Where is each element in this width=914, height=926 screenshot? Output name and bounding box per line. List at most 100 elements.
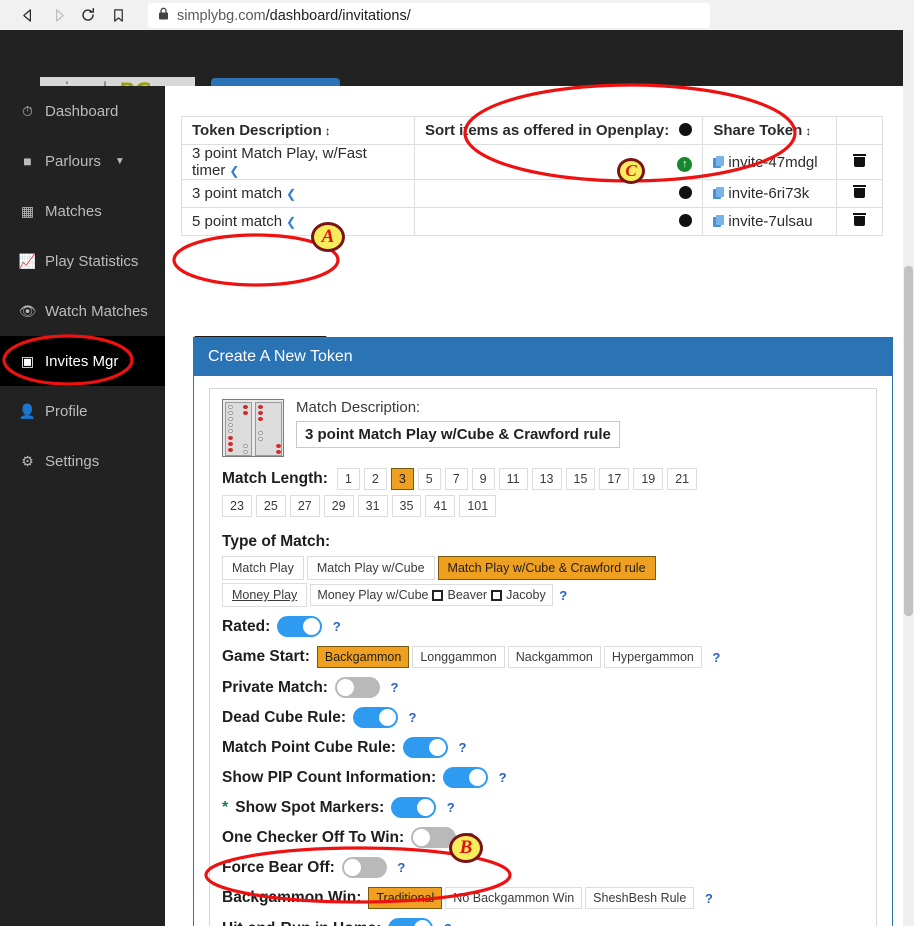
scrollbar-thumb[interactable] — [904, 266, 913, 616]
match-length-option[interactable]: 41 — [425, 495, 456, 517]
trash-icon[interactable] — [852, 213, 866, 226]
match-length-option[interactable]: 29 — [323, 495, 354, 517]
jacoby-checkbox[interactable] — [491, 589, 503, 601]
match-length-option[interactable]: 23 — [222, 495, 252, 517]
show-pip-count-label: Show PIP Count Information: — [222, 768, 437, 786]
game-start-option-backgammon-selected[interactable]: Backgammon — [316, 646, 410, 668]
backgammon-win-option-no-backgammon-win[interactable]: No Backgammon Win — [445, 887, 583, 909]
cell-sort-state[interactable]: ↑ — [413, 144, 704, 180]
cell-delete[interactable] — [835, 144, 884, 180]
share-token-text: invite-6ri73k — [728, 185, 810, 202]
match-length-option[interactable]: 11 — [498, 468, 528, 490]
sidebar-item-matches[interactable]: ▦ Matches — [0, 186, 165, 236]
hit-and-run-toggle[interactable] — [388, 918, 434, 926]
bookmark-icon[interactable] — [104, 2, 132, 28]
game-start-option-nackgammon[interactable]: Nackgammon — [507, 646, 601, 668]
sort-arrows-icon[interactable]: ↕ — [325, 124, 331, 138]
copy-icon[interactable] — [713, 155, 725, 169]
show-pip-count-toggle[interactable] — [443, 767, 489, 788]
match-point-cube-rule-toggle[interactable] — [402, 737, 448, 758]
beaver-checkbox[interactable] — [432, 589, 444, 601]
match-length-option[interactable]: 101 — [459, 495, 497, 517]
sidebar-item-settings[interactable]: ⚙ Settings — [0, 436, 165, 486]
match-length-option[interactable]: 13 — [531, 468, 562, 490]
cell-sort-state[interactable] — [413, 207, 704, 236]
cell-delete[interactable] — [835, 179, 884, 208]
match-length-option[interactable]: 7 — [444, 468, 468, 490]
share-node-icon[interactable]: ❮ — [286, 215, 296, 229]
help-icon[interactable]: ? — [455, 740, 470, 755]
help-icon[interactable]: ? — [440, 921, 455, 926]
reload-icon[interactable] — [74, 2, 102, 28]
help-icon[interactable]: ? — [405, 710, 420, 725]
type-option-match-play[interactable]: Match Play — [222, 556, 304, 580]
trash-icon[interactable] — [852, 153, 866, 167]
address-bar[interactable]: simplybg.com/dashboard/invitations/ — [148, 3, 710, 28]
game-start-option-hypergammon[interactable]: Hypergammon — [603, 646, 702, 668]
green-up-arrow-icon[interactable]: ↑ — [677, 157, 693, 172]
cell-sort-state[interactable] — [413, 179, 704, 208]
help-icon[interactable]: ? — [556, 588, 571, 603]
cell-share-token[interactable]: invite-6ri73k — [702, 179, 837, 208]
game-start-option-longgammon[interactable]: Longgammon — [412, 646, 505, 668]
match-length-option[interactable]: 35 — [391, 495, 422, 517]
private-match-toggle[interactable] — [334, 677, 380, 698]
show-spot-markers-toggle[interactable] — [391, 797, 437, 818]
match-length-option[interactable]: 15 — [565, 468, 596, 490]
black-dot-icon[interactable] — [679, 186, 693, 199]
column-header-token-description[interactable]: Token Description ↕ — [181, 116, 415, 145]
copy-icon[interactable] — [713, 215, 725, 228]
rated-toggle[interactable] — [277, 616, 323, 637]
force-bear-off-label: Force Bear Off: — [222, 858, 335, 876]
type-option-match-play-cube[interactable]: Match Play w/Cube — [306, 556, 435, 580]
help-icon[interactable]: ? — [495, 770, 510, 785]
help-icon[interactable]: ? — [394, 860, 409, 875]
option-row-rated: Rated: ? — [222, 616, 864, 637]
backgammon-win-option-sheshbesh-rule[interactable]: SheshBesh Rule — [585, 887, 695, 909]
help-icon[interactable]: ? — [463, 830, 478, 845]
sort-arrows-icon[interactable]: ↕ — [805, 124, 811, 138]
sidebar-item-dashboard[interactable]: ⏱ Dashboard — [0, 86, 165, 136]
force-bear-off-toggle[interactable] — [341, 857, 387, 878]
trash-icon[interactable] — [852, 185, 866, 198]
cell-delete[interactable] — [835, 207, 884, 236]
match-length-option[interactable]: 9 — [471, 468, 495, 490]
help-icon[interactable]: ? — [701, 891, 716, 906]
beaver-label: Beaver — [447, 588, 488, 602]
match-length-option[interactable]: 2 — [363, 468, 387, 490]
match-point-cube-rule-label: Match Point Cube Rule: — [222, 738, 396, 756]
share-node-icon[interactable]: ❮ — [286, 187, 296, 201]
type-option-match-play-cube-crawford-selected[interactable]: Match Play w/Cube & Crawford rule — [437, 556, 656, 580]
match-length-option[interactable]: 25 — [255, 495, 286, 517]
sort-state-dot-icon[interactable] — [679, 123, 693, 136]
sidebar-item-watch-matches[interactable]: 👁 Watch Matches — [0, 286, 165, 336]
sidebar-item-parlours[interactable]: ■ Parlours ▼ — [0, 136, 165, 186]
match-length-option-selected[interactable]: 3 — [390, 468, 414, 490]
help-icon[interactable]: ? — [387, 680, 402, 695]
column-header-share-token[interactable]: Share Token ↕ — [702, 116, 837, 145]
cell-share-token[interactable]: invite-7ulsau — [702, 207, 837, 236]
black-dot-icon[interactable] — [679, 214, 693, 227]
sidebar-item-play-statistics[interactable]: 📈 Play Statistics — [0, 236, 165, 286]
back-arrow-icon[interactable] — [14, 2, 42, 28]
help-icon[interactable]: ? — [329, 619, 344, 634]
share-node-icon[interactable]: ❮ — [229, 164, 239, 178]
backgammon-win-option-traditional-selected[interactable]: Traditional — [368, 887, 443, 909]
one-checker-off-toggle[interactable] — [411, 827, 457, 848]
type-option-money-play[interactable]: Money Play — [222, 583, 308, 607]
match-length-option[interactable]: 27 — [289, 495, 320, 517]
cell-share-token[interactable]: invite-47mdgl — [702, 144, 837, 180]
sidebar-item-profile[interactable]: 👤 Profile — [0, 386, 165, 436]
match-length-option[interactable]: 17 — [599, 468, 630, 490]
match-length-option[interactable]: 21 — [667, 468, 698, 490]
help-icon[interactable]: ? — [709, 650, 724, 665]
match-length-option[interactable]: 1 — [336, 468, 360, 490]
match-length-option[interactable]: 19 — [633, 468, 664, 490]
page-scrollbar[interactable] — [903, 30, 914, 926]
match-length-option[interactable]: 5 — [417, 468, 441, 490]
sidebar-item-invites-mgr[interactable]: ▣ Invites Mgr — [0, 336, 165, 386]
help-icon[interactable]: ? — [443, 800, 458, 815]
dead-cube-rule-toggle[interactable] — [353, 707, 399, 728]
copy-icon[interactable] — [713, 187, 725, 200]
match-length-option[interactable]: 31 — [357, 495, 388, 517]
